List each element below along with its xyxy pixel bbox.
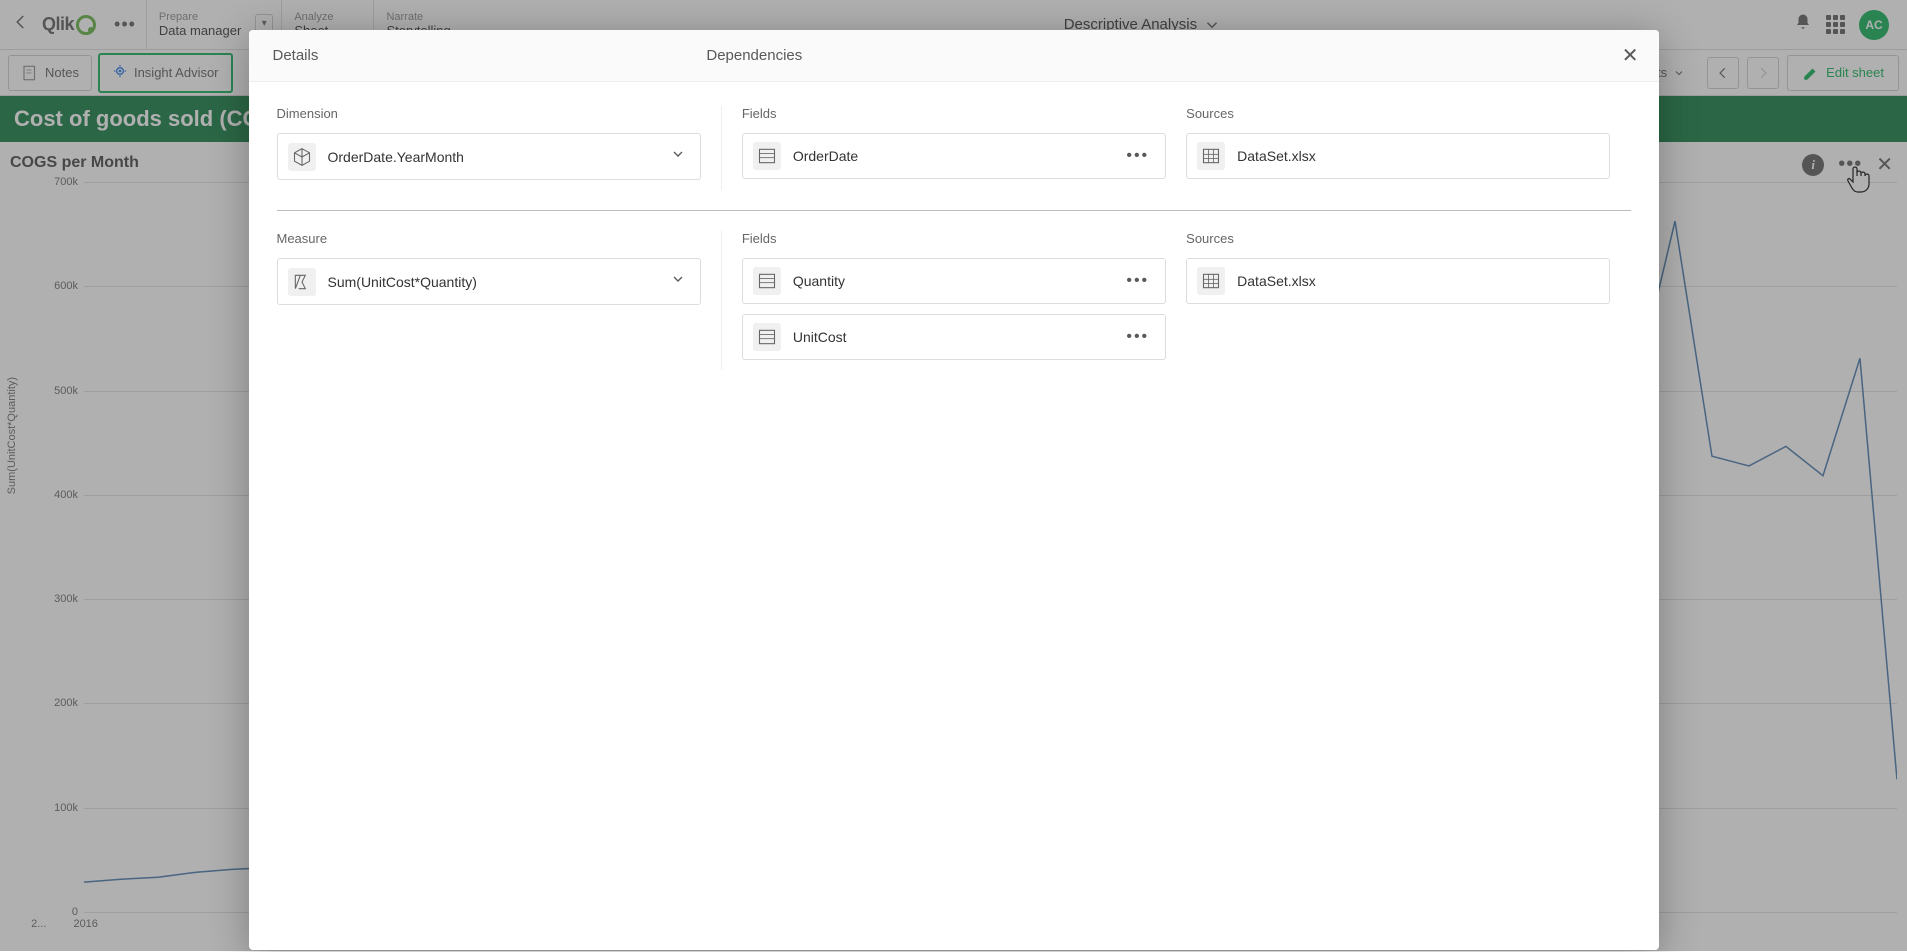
- dep-col-label: Dimension: [277, 106, 701, 121]
- dep-col-label: Fields: [742, 106, 1166, 121]
- formula-icon: [288, 268, 316, 296]
- dep-item-text: UnitCost: [793, 329, 1109, 345]
- dependencies-modal: Details Dependencies ✕ Dimension OrderDat…: [249, 30, 1659, 950]
- grid-icon: [1197, 267, 1225, 295]
- dep-item-text: DataSet.xlsx: [1237, 148, 1599, 164]
- table-icon: [753, 267, 781, 295]
- modal-overlay: Details Dependencies ✕ Dimension OrderDat…: [0, 0, 1907, 951]
- more-button[interactable]: •••: [1120, 324, 1155, 350]
- dep-row: Dimension OrderDate.YearMonth Fields OrderD…: [277, 106, 1631, 211]
- modal-body: Dimension OrderDate.YearMonth Fields OrderD…: [249, 82, 1659, 950]
- modal-close-button[interactable]: ✕: [1602, 43, 1659, 68]
- table-icon: [753, 142, 781, 170]
- dep-item[interactable]: Sum(UnitCost*Quantity): [277, 258, 701, 305]
- dep-col-label: Fields: [742, 231, 1166, 246]
- modal-tab-details[interactable]: Details: [249, 30, 343, 81]
- dep-item[interactable]: OrderDate •••: [742, 133, 1166, 179]
- more-button[interactable]: •••: [1120, 268, 1155, 294]
- dep-item[interactable]: DataSet.xlsx: [1186, 133, 1610, 179]
- table-icon: [753, 323, 781, 351]
- dep-col-label: Measure: [277, 231, 701, 246]
- dep-item-text: Sum(UnitCost*Quantity): [328, 274, 654, 290]
- cube-icon: [288, 143, 316, 171]
- grid-icon: [1197, 142, 1225, 170]
- modal-header: Details Dependencies ✕: [249, 30, 1659, 82]
- dep-item-text: Quantity: [793, 273, 1109, 289]
- dep-item[interactable]: OrderDate.YearMonth: [277, 133, 701, 180]
- chevron-down-icon[interactable]: [666, 267, 690, 296]
- modal-tab-dependencies[interactable]: Dependencies: [682, 30, 826, 81]
- dep-item-text: DataSet.xlsx: [1237, 273, 1599, 289]
- dep-item[interactable]: DataSet.xlsx: [1186, 258, 1610, 304]
- dep-row: Measure Sum(UnitCost*Quantity) Fields Quant…: [277, 231, 1631, 390]
- dep-item[interactable]: UnitCost •••: [742, 314, 1166, 360]
- dep-item[interactable]: Quantity •••: [742, 258, 1166, 304]
- dep-col-label: Sources: [1186, 106, 1610, 121]
- more-button[interactable]: •••: [1120, 143, 1155, 169]
- dep-item-text: OrderDate.YearMonth: [328, 149, 654, 165]
- dep-item-text: OrderDate: [793, 148, 1109, 164]
- dep-col-label: Sources: [1186, 231, 1610, 246]
- chevron-down-icon[interactable]: [666, 142, 690, 171]
